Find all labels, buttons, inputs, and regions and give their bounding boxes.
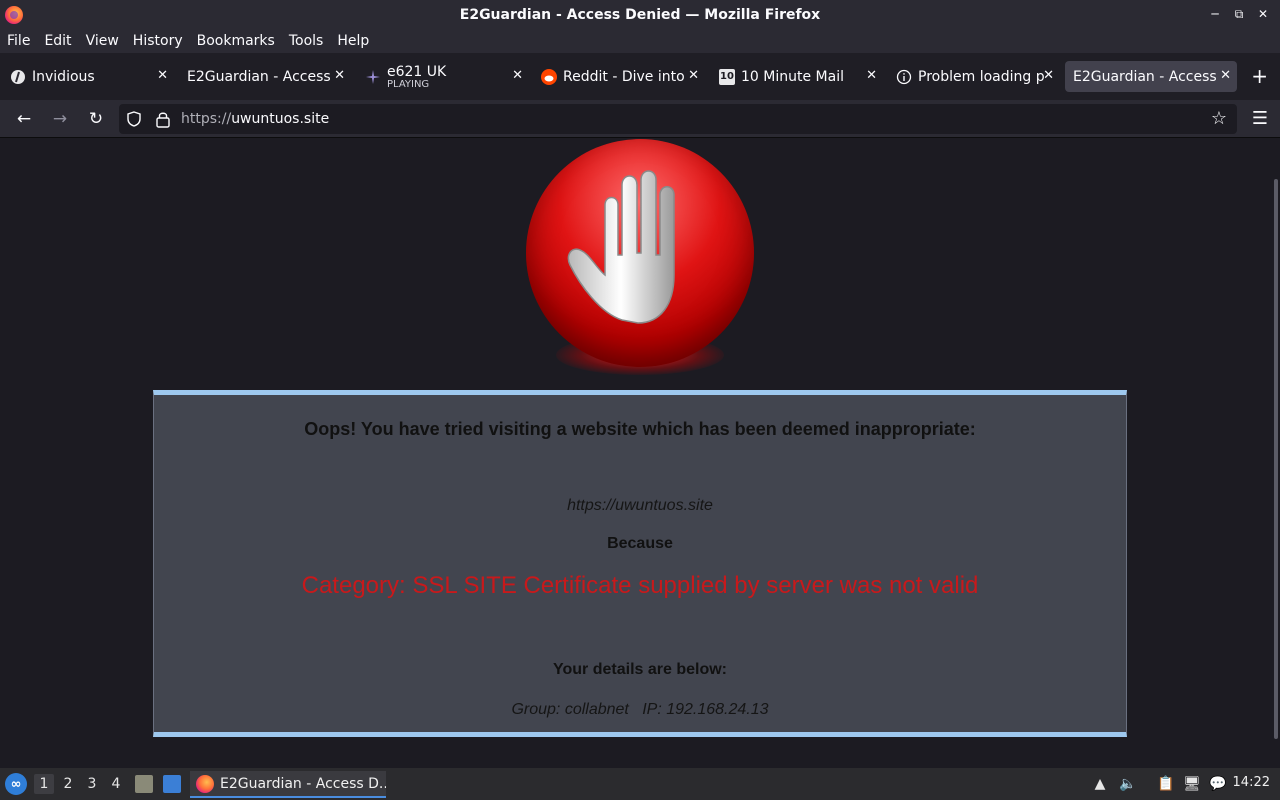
- tab-e621[interactable]: e621 UK PLAYING ✕: [357, 61, 529, 92]
- hamburger-menu-icon[interactable]: ☰: [1252, 108, 1268, 129]
- menu-file[interactable]: File: [7, 33, 30, 49]
- menu-bar: File Edit View History Bookmarks Tools H…: [0, 29, 1280, 53]
- workspace-2[interactable]: 2: [58, 774, 78, 794]
- e621-icon: [365, 69, 381, 85]
- new-tab-icon[interactable]: +: [1251, 64, 1268, 88]
- workspace-1[interactable]: 1: [34, 774, 54, 794]
- stop-hand-icon: [567, 170, 675, 324]
- lock-icon[interactable]: [155, 110, 171, 128]
- url-text[interactable]: https://uwuntuos.site: [181, 111, 329, 127]
- file-manager-icon[interactable]: [135, 775, 153, 793]
- restore-icon[interactable]: ⧉: [1230, 4, 1248, 24]
- notification-icon[interactable]: 💬: [1208, 774, 1228, 794]
- clipboard-icon[interactable]: 📋: [1156, 774, 1176, 794]
- tracking-shield-icon[interactable]: [127, 111, 141, 127]
- close-tab-icon[interactable]: ✕: [157, 68, 168, 83]
- tab-label: Reddit - Dive into: [563, 68, 685, 85]
- denied-message-box: Oops! You have tried visiting a website …: [153, 390, 1127, 737]
- back-arrow-icon[interactable]: ←: [12, 108, 36, 130]
- url-protocol: https://: [181, 111, 232, 127]
- page-heading: Oops! You have tried visiting a website …: [304, 419, 976, 439]
- tab-label: Invidious: [32, 68, 95, 85]
- reddit-icon: [541, 68, 557, 85]
- tab-reddit[interactable]: Reddit - Dive into ✕: [533, 61, 705, 92]
- tab-label: Problem loading p: [918, 68, 1045, 85]
- info-icon: [896, 69, 912, 85]
- firefox-logo-icon: [5, 6, 23, 24]
- page-scrollbar[interactable]: [1274, 179, 1278, 739]
- because-label: Because: [607, 535, 673, 552]
- page-content: Oops! You have tried visiting a website …: [0, 139, 1280, 768]
- close-tab-icon[interactable]: ✕: [1043, 68, 1054, 83]
- start-menu-icon[interactable]: ∞: [5, 773, 27, 795]
- network-icon[interactable]: 🖥: [1182, 774, 1202, 794]
- user-details: Group: collabnet IP: 192.168.24.13: [511, 701, 769, 718]
- menu-view[interactable]: View: [86, 33, 119, 49]
- tab-e2guardian-active[interactable]: E2Guardian - Access ✕: [1065, 61, 1237, 92]
- window-titlebar: E2Guardian - Access Denied — Mozilla Fir…: [0, 0, 1280, 29]
- close-tab-icon[interactable]: ✕: [688, 68, 699, 83]
- navigation-bar: ← → ↻ https://uwuntuos.site ☆ ☰: [0, 100, 1280, 138]
- tab-label: E2Guardian - Access: [1073, 68, 1217, 85]
- block-reason: Category: SSL SITE Certificate supplied …: [301, 572, 979, 599]
- url-bar[interactable]: https://uwuntuos.site ☆: [119, 104, 1237, 134]
- tab-strip: Invidious ✕ E2Guardian - Access ✕ e621 U…: [0, 53, 1280, 100]
- menu-bookmarks[interactable]: Bookmarks: [197, 33, 275, 49]
- stop-hand-logo: [520, 139, 760, 385]
- reload-icon[interactable]: ↻: [84, 108, 108, 130]
- tab-e2guardian-1[interactable]: E2Guardian - Access ✕: [179, 61, 351, 92]
- tab-label: E2Guardian - Access: [187, 68, 331, 85]
- taskbar: ∞ 1 2 3 4 E2Guardian - Access D... ▲ 🔈 📋…: [0, 768, 1280, 800]
- close-tab-icon[interactable]: ✕: [866, 68, 877, 83]
- show-desktop-icon[interactable]: [163, 775, 181, 793]
- forward-arrow-icon[interactable]: →: [48, 108, 72, 130]
- 10minutemail-icon: 10: [719, 68, 735, 85]
- menu-help[interactable]: Help: [337, 33, 369, 49]
- invidious-icon: [10, 69, 26, 85]
- tray-expand-icon[interactable]: ▲: [1090, 774, 1110, 794]
- workspace-3[interactable]: 3: [82, 774, 102, 794]
- close-tab-icon[interactable]: ✕: [1220, 68, 1231, 83]
- tab-label: 10 Minute Mail: [741, 68, 844, 85]
- tab-10minutemail[interactable]: 10 10 Minute Mail ✕: [711, 61, 883, 92]
- menu-history[interactable]: History: [133, 33, 183, 49]
- tab-problem-loading[interactable]: Problem loading p ✕: [888, 61, 1060, 92]
- menu-edit[interactable]: Edit: [44, 33, 71, 49]
- taskbar-firefox-window[interactable]: E2Guardian - Access D...: [190, 771, 386, 798]
- tab-label: e621 UK: [387, 63, 447, 80]
- tab-invidious[interactable]: Invidious ✕: [2, 61, 174, 92]
- window-title: E2Guardian - Access Denied — Mozilla Fir…: [459, 6, 821, 23]
- workspace-4[interactable]: 4: [106, 774, 126, 794]
- blocked-url: https://uwuntuos.site: [567, 497, 713, 514]
- task-title: E2Guardian - Access D...: [220, 775, 386, 792]
- url-host: uwuntuos.site: [231, 111, 330, 127]
- tab-playing-label: PLAYING: [387, 78, 430, 90]
- close-tab-icon[interactable]: ✕: [334, 68, 345, 83]
- clock: 14:22: [1232, 775, 1270, 790]
- close-tab-icon[interactable]: ✕: [512, 68, 523, 83]
- details-label: Your details are below:: [553, 661, 727, 678]
- firefox-taskbar-icon: [196, 774, 214, 793]
- menu-tools[interactable]: Tools: [289, 33, 324, 49]
- minimize-icon[interactable]: ─: [1206, 4, 1224, 24]
- close-window-icon[interactable]: ✕: [1254, 4, 1272, 24]
- bookmark-star-icon[interactable]: ☆: [1211, 108, 1227, 129]
- volume-icon[interactable]: 🔈: [1118, 774, 1138, 794]
